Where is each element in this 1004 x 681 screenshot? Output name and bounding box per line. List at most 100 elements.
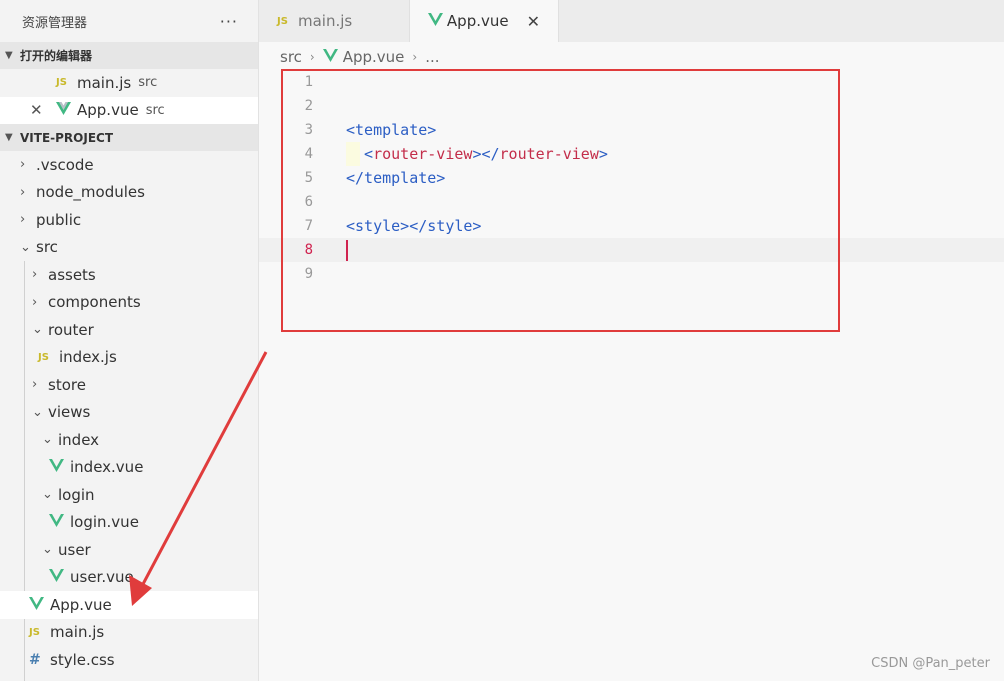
folder-name: views xyxy=(48,403,91,422)
code-editor[interactable]: 1 2 3 <template> 4 <router-view></router… xyxy=(259,70,1004,681)
folder-name: components xyxy=(48,293,141,312)
file-tree: › .vscode › node_modules › public ⌄ src … xyxy=(0,151,258,681)
file-name: main.js xyxy=(50,623,105,642)
chevron-down-icon: ⌄ xyxy=(32,404,43,420)
explorer-title: 资源管理器 xyxy=(22,15,88,31)
line-number: 2 xyxy=(304,98,313,114)
file-name: index.js xyxy=(59,348,117,367)
file-name: user.vue xyxy=(70,568,134,587)
code-line: 1 xyxy=(259,70,1004,94)
vue-icon xyxy=(49,458,70,476)
vue-icon xyxy=(322,48,343,66)
tree-folder-components[interactable]: › components xyxy=(0,289,258,317)
code-text: <style></style> xyxy=(346,217,482,235)
tree-folder-user[interactable]: ⌄ user xyxy=(0,536,258,564)
chevron-right-icon: › xyxy=(20,184,26,200)
chevron-down-icon: ⌄ xyxy=(42,487,53,503)
text-cursor xyxy=(346,240,348,261)
file-name: main.js xyxy=(77,73,132,92)
breadcrumb: src › App.vue › ... xyxy=(280,44,440,70)
folder-name: assets xyxy=(48,265,96,284)
breadcrumb-src[interactable]: src xyxy=(280,48,302,66)
tree-folder-vscode[interactable]: › .vscode xyxy=(0,151,258,179)
file-dir: src xyxy=(138,75,158,91)
tree-file-app-vue[interactable]: App.vue xyxy=(0,591,258,619)
close-icon[interactable]: ✕ xyxy=(30,101,43,119)
code-line: 3 <template> xyxy=(259,118,1004,142)
tree-file-index-vue[interactable]: index.vue xyxy=(0,454,258,482)
code-text: <router-view></router-view> xyxy=(346,145,608,163)
folder-name: node_modules xyxy=(36,183,145,202)
tree-file-router-index-js[interactable]: JS index.js xyxy=(0,344,258,372)
code-line: 4 <router-view></router-view> xyxy=(259,142,1004,166)
tree-folder-views[interactable]: ⌄ views xyxy=(0,399,258,427)
tab-label: App.vue xyxy=(446,12,509,30)
breadcrumb-file[interactable]: App.vue xyxy=(343,48,405,66)
code-line: 2 xyxy=(259,94,1004,118)
tree-file-user-vue[interactable]: user.vue xyxy=(0,564,258,592)
line-number: 9 xyxy=(304,266,313,282)
watermark: CSDN @Pan_peter xyxy=(871,656,990,671)
vue-icon xyxy=(428,12,447,30)
js-icon: JS xyxy=(38,351,49,363)
chevron-right-icon: › xyxy=(20,157,26,173)
tree-folder-node-modules[interactable]: › node_modules xyxy=(0,179,258,207)
project-label: VITE-PROJECT xyxy=(20,130,114,145)
breadcrumb-ellipsis[interactable]: ... xyxy=(425,48,439,66)
open-editors-header[interactable]: ▼ 打开的编辑器 xyxy=(0,42,258,69)
project-header[interactable]: ▼ VITE-PROJECT xyxy=(0,124,258,151)
js-icon: JS xyxy=(29,626,40,638)
line-number: 1 xyxy=(304,74,313,90)
vue-icon xyxy=(56,101,77,119)
folder-name: login xyxy=(58,485,95,504)
chevron-down-icon: ⌄ xyxy=(20,239,31,255)
folder-name: src xyxy=(36,238,58,257)
open-editor-main-js[interactable]: JS main.js src xyxy=(0,69,258,97)
current-code-line: 8 xyxy=(259,238,1004,262)
tree-folder-src[interactable]: ⌄ src xyxy=(0,234,258,262)
tree-folder-index[interactable]: ⌄ index xyxy=(0,426,258,454)
chevron-right-icon: › xyxy=(309,50,315,64)
tree-folder-assets[interactable]: › assets xyxy=(0,261,258,289)
open-editors-label: 打开的编辑器 xyxy=(20,49,93,63)
folder-name: .vscode xyxy=(36,155,94,174)
explorer-sidebar: 资源管理器 ··· ▼ 打开的编辑器 JS main.js src ✕ App.… xyxy=(0,0,259,681)
more-actions-icon[interactable]: ··· xyxy=(220,12,238,31)
close-icon[interactable]: ✕ xyxy=(527,12,540,31)
editor-tab-bar: JS main.js App.vue ✕ xyxy=(259,0,1004,42)
tree-folder-login[interactable]: ⌄ login xyxy=(0,481,258,509)
folder-name: store xyxy=(48,375,86,394)
code-line: 7 <style></style> xyxy=(259,214,1004,238)
line-number: 5 xyxy=(304,170,313,186)
folder-name: public xyxy=(36,210,82,229)
tree-folder-public[interactable]: › public xyxy=(0,206,258,234)
tab-label: main.js xyxy=(298,12,353,30)
vue-icon xyxy=(49,568,70,586)
open-editor-app-vue[interactable]: ✕ App.vue src xyxy=(0,96,258,124)
tree-file-style-css[interactable]: # style.css xyxy=(0,646,258,674)
folder-name: router xyxy=(48,320,94,339)
tree-folder-store[interactable]: › store xyxy=(0,371,258,399)
line-number: 6 xyxy=(304,194,313,210)
file-name: App.vue xyxy=(77,101,139,120)
chevron-down-icon: ⌄ xyxy=(42,542,53,558)
tree-file-login-vue[interactable]: login.vue xyxy=(0,509,258,537)
folder-name: index xyxy=(58,430,100,449)
js-icon: JS xyxy=(277,15,288,27)
line-number: 7 xyxy=(304,218,313,234)
vue-icon xyxy=(49,513,70,531)
file-name: style.css xyxy=(50,650,115,669)
chevron-right-icon: › xyxy=(412,50,418,64)
tab-main-js[interactable]: JS main.js xyxy=(259,0,410,42)
file-dir: src xyxy=(145,102,165,118)
tab-app-vue[interactable]: App.vue ✕ xyxy=(410,0,559,42)
chevron-down-icon: ⌄ xyxy=(42,432,53,448)
chevron-right-icon: › xyxy=(32,294,38,310)
code-line: 5 </template> xyxy=(259,166,1004,190)
tree-folder-router[interactable]: ⌄ router xyxy=(0,316,258,344)
code-line: 9 xyxy=(259,262,1004,286)
tree-file-main-js[interactable]: JS main.js xyxy=(0,619,258,647)
chevron-right-icon: › xyxy=(32,377,38,393)
file-name: index.vue xyxy=(70,458,144,477)
line-number: 3 xyxy=(304,122,313,138)
